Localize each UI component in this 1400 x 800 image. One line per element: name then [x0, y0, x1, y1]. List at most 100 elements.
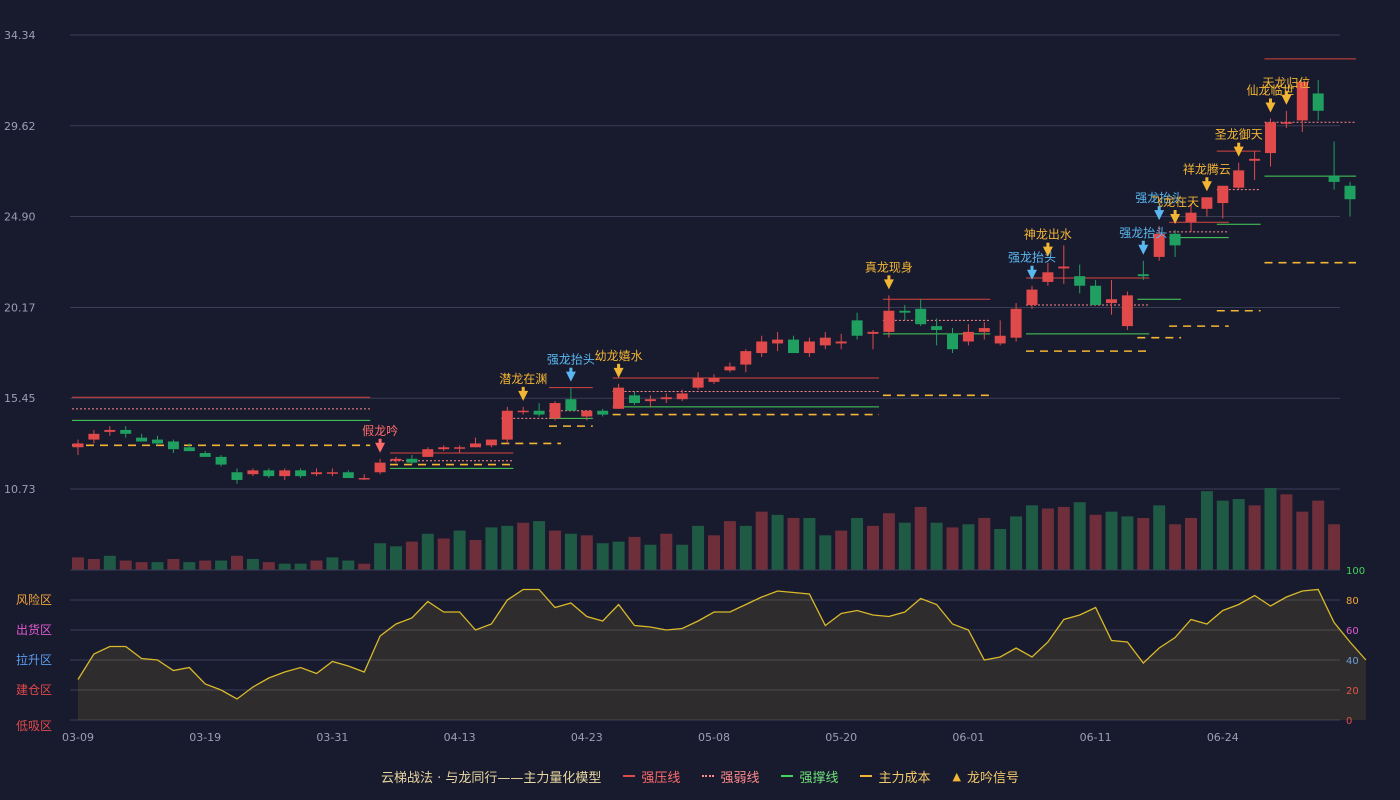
volume-bar — [326, 557, 339, 570]
candle-body — [867, 331, 879, 334]
candle-body — [120, 429, 132, 434]
triangle-icon: ▲ — [952, 769, 961, 783]
candle-body — [247, 470, 259, 475]
candle-body — [295, 470, 307, 477]
volume-bar — [628, 536, 641, 570]
volume-bar — [978, 517, 991, 570]
volume-bar — [1026, 505, 1038, 570]
candle-body — [485, 439, 497, 446]
legend: 云梯战法 · 与龙同行——主力量化模型 强压线 强弱线 强撑线 主力成本 ▲ 龙吟… — [0, 764, 1400, 788]
candle-body — [756, 341, 768, 354]
candle-body — [104, 429, 116, 432]
candle-body — [1280, 122, 1292, 124]
date-tick-label: 04-23 — [571, 731, 603, 744]
volume-bar — [1137, 517, 1150, 570]
candle-body — [1137, 274, 1149, 277]
osc-zone-label: 建仓区 — [16, 683, 52, 697]
volume-bar — [1200, 491, 1213, 570]
signal-label: 潜龙在渊 — [499, 372, 547, 386]
volume-bar — [580, 535, 593, 570]
candle-body — [708, 378, 720, 382]
signal-arrow-icon — [613, 367, 624, 378]
candle-body — [1106, 299, 1117, 304]
volume-bar — [739, 525, 752, 570]
volume-bar — [262, 562, 275, 570]
candlestick-chart: 34.3429.6224.9020.1715.4510.73假龙吟潜龙在渊强龙抬… — [4, 29, 1367, 744]
volume-bar — [771, 514, 784, 570]
volume-bar — [358, 563, 371, 570]
volume-bar — [1089, 514, 1102, 570]
osc-tick-label: 60 — [1346, 626, 1359, 637]
volume-bar — [405, 541, 418, 570]
volume-bar — [310, 560, 323, 570]
signal-label: 祥龙腾云 — [1183, 161, 1231, 176]
candle-body — [1010, 308, 1022, 338]
date-tick-label: 04-13 — [444, 731, 476, 744]
candle-body — [533, 410, 545, 415]
signal-arrow-stem — [617, 363, 621, 369]
candle-body — [358, 478, 370, 480]
candle-body — [1026, 289, 1038, 305]
date-tick-label: 03-31 — [316, 731, 348, 744]
date-tick-label: 03-09 — [62, 731, 94, 744]
date-tick-label: 06-01 — [952, 731, 984, 744]
volume-bar — [1296, 511, 1309, 570]
candle-body — [994, 335, 1006, 344]
candle-body — [279, 470, 291, 477]
volume-bar — [676, 544, 689, 570]
signal-label: 飞龙在天 — [1151, 195, 1199, 209]
candle-body — [1344, 185, 1356, 200]
candle-body — [788, 339, 799, 354]
volume-bar — [564, 533, 577, 570]
candle-body — [1328, 176, 1340, 182]
signal-label: 强龙抬头 — [1119, 226, 1167, 240]
signal-arrow-icon — [883, 279, 894, 290]
candle-body — [326, 472, 338, 474]
candle-body — [374, 462, 386, 473]
osc-zone-label: 拉升区 — [16, 652, 52, 667]
volume-bar — [453, 530, 466, 570]
candle-body — [517, 410, 529, 413]
legend-item-signal: ▲ 龙吟信号 — [952, 769, 1019, 786]
osc-area — [78, 589, 1366, 720]
candle-body — [772, 339, 784, 344]
volume-bar — [867, 525, 879, 570]
volume-bar — [294, 563, 307, 570]
volume-bar — [517, 522, 530, 570]
volume-bar — [421, 533, 434, 570]
volume-bar — [1057, 506, 1070, 570]
candle-body — [978, 328, 990, 332]
candle-body — [1058, 266, 1070, 269]
legend-item-press: 强压线 — [623, 767, 680, 786]
volume-bar — [851, 517, 864, 570]
candle-body — [263, 470, 275, 477]
volume-bar — [135, 562, 148, 570]
candle-body — [692, 378, 704, 388]
candle-body — [629, 395, 640, 404]
candle-body — [740, 351, 752, 365]
candle-body — [851, 320, 863, 336]
candle-body — [406, 458, 418, 463]
volume-bar — [1232, 499, 1245, 570]
candle-body — [565, 399, 577, 411]
volume-bar — [1105, 511, 1118, 570]
candle-body — [1265, 122, 1276, 154]
signal-arrow-icon — [565, 371, 576, 382]
signal-label: 假龙吟 — [362, 423, 398, 438]
candle-body — [883, 310, 895, 332]
volume-bar — [660, 533, 673, 570]
candle-body — [660, 397, 672, 400]
candle-body — [819, 337, 831, 346]
signal-arrow-stem — [1237, 142, 1241, 148]
volume-bar — [199, 560, 212, 570]
volume-bar — [183, 562, 196, 570]
signal-arrow-stem — [887, 275, 891, 281]
volume-bar — [835, 530, 848, 570]
volume-bar — [898, 522, 911, 570]
volume-bar — [167, 558, 180, 570]
signal-label: 神龙出水 — [1024, 228, 1072, 242]
candle-body — [613, 387, 625, 409]
volume-bar — [914, 506, 927, 570]
volume-bar — [787, 517, 800, 570]
candle-body — [962, 331, 974, 342]
